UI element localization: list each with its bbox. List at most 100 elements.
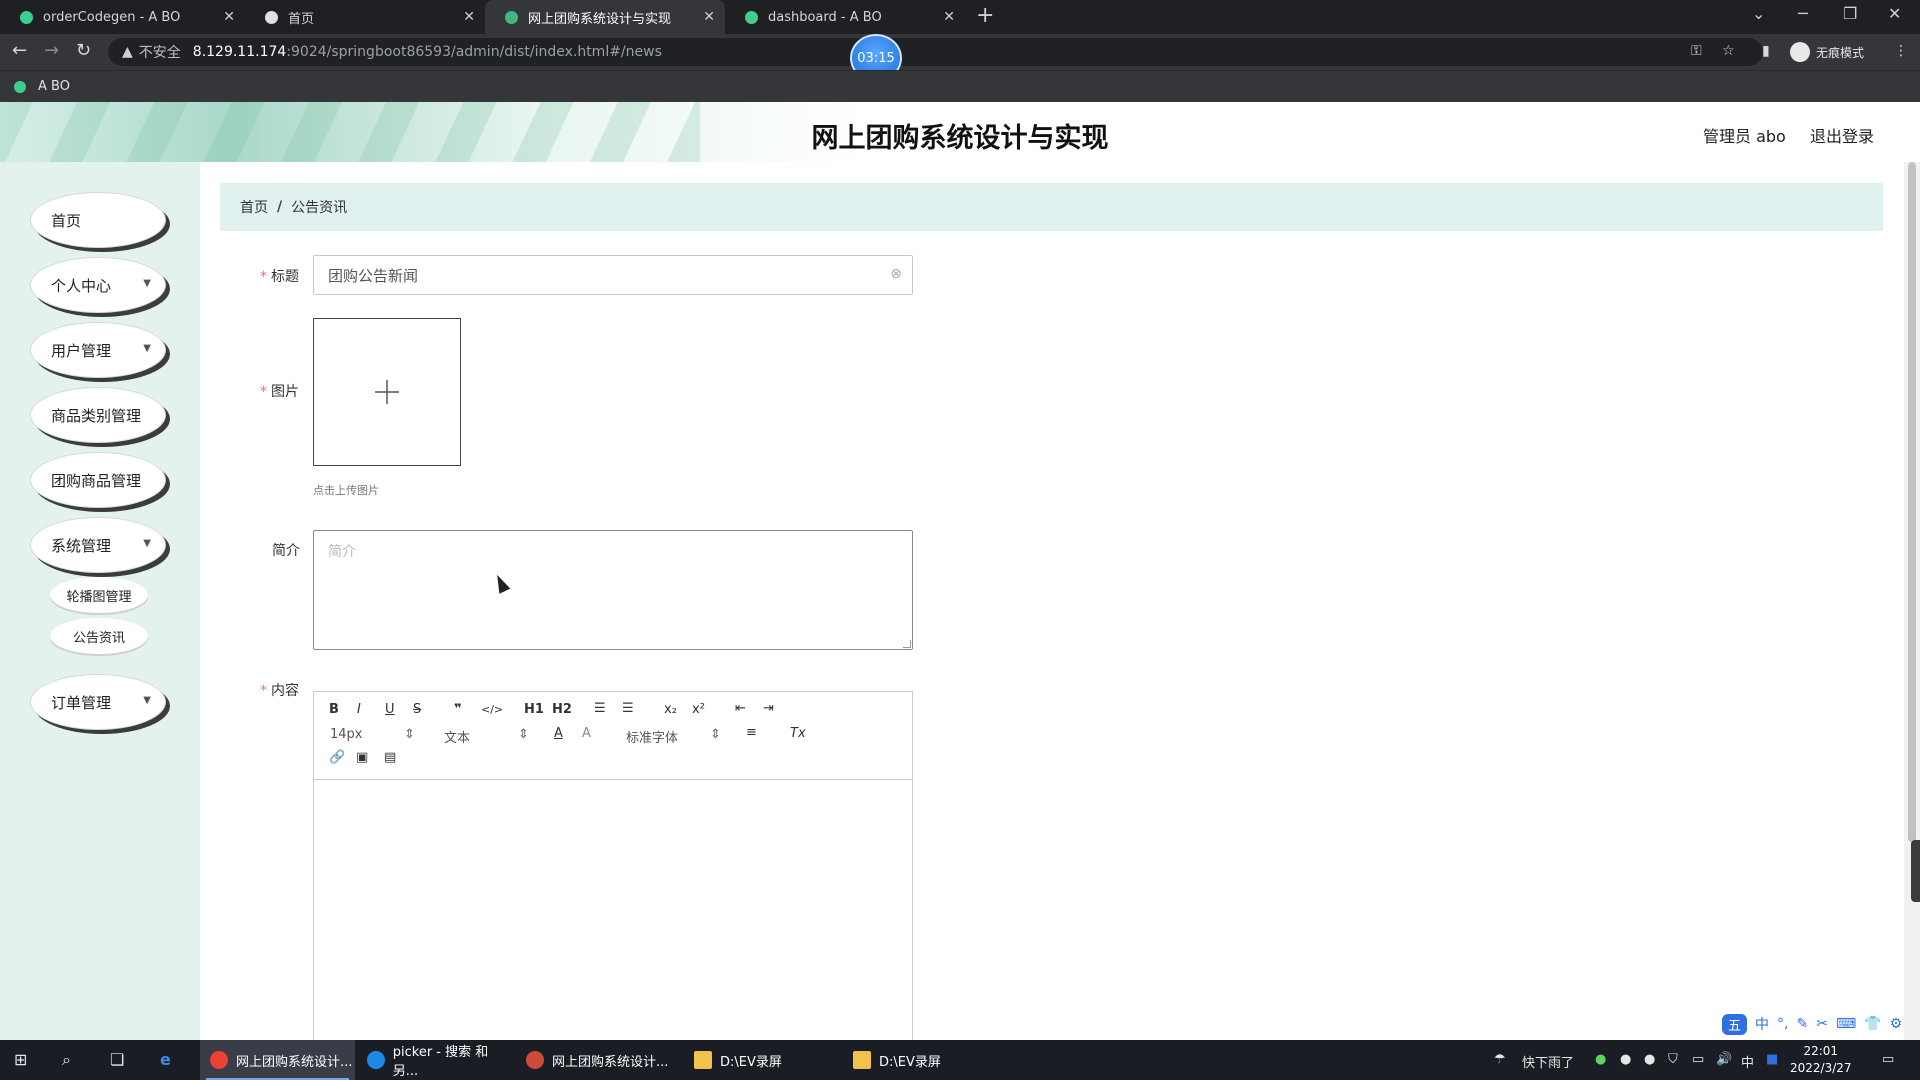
- ime-punct-icon[interactable]: °,: [1777, 1016, 1788, 1032]
- main-content: 首页 / 公告资讯 * 标题 团购公告新闻 ⊗ * 图片 点击上传图片 简介 简介 …: [200, 162, 1904, 1051]
- video-icon[interactable]: ▤: [384, 750, 396, 765]
- taskbar-item[interactable]: 网上团购系统设计...: [200, 1040, 355, 1080]
- input-language[interactable]: 中: [1741, 1052, 1754, 1071]
- search-icon[interactable]: ⌕: [62, 1050, 71, 1070]
- sidebar-item-groupbuy-product-management[interactable]: 团购商品管理: [30, 452, 166, 508]
- ime-tray-icon[interactable]: ■: [1766, 1052, 1778, 1067]
- key-icon[interactable]: ⚿: [1691, 43, 1702, 59]
- resize-handle-icon[interactable]: [903, 640, 911, 648]
- outdent-icon[interactable]: ⇤: [735, 701, 746, 716]
- h2-button[interactable]: H2: [552, 702, 572, 717]
- wechat-icon[interactable]: ●: [1595, 1052, 1606, 1067]
- blockquote-button[interactable]: ❞: [454, 702, 462, 717]
- sidebar-item-order-management[interactable]: 订单管理 ▼: [30, 674, 166, 730]
- ime-logo-icon[interactable]: 五: [1722, 1013, 1748, 1035]
- clear-input-icon[interactable]: ⊗: [890, 266, 902, 282]
- font-family-select[interactable]: 标准字体: [626, 727, 678, 746]
- image-icon[interactable]: ▣: [356, 750, 368, 765]
- notification-icon[interactable]: ▭: [1882, 1052, 1894, 1067]
- tab-close-icon[interactable]: ✕: [223, 9, 235, 25]
- forward-arrow-icon[interactable]: →: [44, 40, 59, 61]
- editor-content-area[interactable]: [314, 781, 912, 1051]
- logout-link[interactable]: 退出登录: [1810, 123, 1874, 147]
- bullet-list-icon[interactable]: ☰: [622, 701, 634, 716]
- ime-scissors-icon[interactable]: ✂: [1816, 1016, 1828, 1032]
- close-window-icon[interactable]: ✕: [1888, 4, 1901, 23]
- ime-skin-icon[interactable]: 👕: [1864, 1016, 1881, 1032]
- font-size-select[interactable]: 14px: [330, 727, 363, 742]
- scrollbar-thumb[interactable]: [1908, 162, 1916, 842]
- sidebar-item-user-management[interactable]: 用户管理 ▼: [30, 322, 166, 378]
- browser-tab-groupbuy[interactable]: 网上团购系统设计与实现 ✕: [485, 0, 725, 34]
- task-view-icon[interactable]: ❏: [110, 1050, 124, 1069]
- title-input[interactable]: 团购公告新闻 ⊗: [313, 255, 913, 295]
- taskbar-item[interactable]: 网上团购系统设计...: [516, 1040, 671, 1080]
- taskbar-item[interactable]: D:\EV录屏: [684, 1040, 839, 1080]
- taskbar-item[interactable]: picker - 搜索 和另...: [357, 1040, 512, 1080]
- ime-keyboard-icon[interactable]: ⌨: [1836, 1016, 1856, 1032]
- weather-text[interactable]: 快下雨了: [1522, 1052, 1574, 1071]
- url-omnibox[interactable]: ▲ 不安全 8.129.11.174 :9024/springboot86593…: [108, 38, 1763, 66]
- code-block-button[interactable]: </>: [481, 703, 503, 716]
- breadcrumb-home-link[interactable]: 首页: [240, 197, 268, 217]
- taskbar-item-label: picker - 搜索 和另...: [392, 1045, 489, 1079]
- weather-umbrella-icon[interactable]: ☂: [1494, 1052, 1506, 1067]
- browser-tab-home[interactable]: 首页 ✕: [245, 0, 485, 34]
- tab-close-icon[interactable]: ✕: [703, 9, 715, 25]
- ime-pen-icon[interactable]: ✎: [1796, 1016, 1808, 1032]
- breadcrumb: 首页 / 公告资讯: [220, 183, 1883, 231]
- ordered-list-icon[interactable]: ☰: [594, 701, 606, 716]
- restore-icon[interactable]: ❐: [1843, 4, 1857, 23]
- subscript-button[interactable]: x₂: [664, 702, 677, 717]
- shield-icon[interactable]: ⛉: [1668, 1052, 1678, 1067]
- background-color-icon[interactable]: A: [582, 726, 591, 741]
- sidebar-item-personal-center[interactable]: 个人中心 ▼: [30, 257, 166, 313]
- clock-date: 2022/3/27: [1790, 1061, 1852, 1075]
- volume-icon[interactable]: 🔊: [1716, 1052, 1732, 1067]
- clear-format-icon[interactable]: Tx: [790, 726, 806, 741]
- summary-textarea[interactable]: 简介: [313, 530, 913, 650]
- tab-close-icon[interactable]: ✕: [943, 9, 955, 25]
- sidebar-subitem-carousel[interactable]: 轮播图管理: [50, 577, 148, 613]
- bold-button[interactable]: B: [329, 702, 339, 717]
- side-panel-icon[interactable]: ▮: [1762, 43, 1770, 59]
- align-left-icon[interactable]: ≡: [746, 725, 757, 740]
- ime-mode[interactable]: 中: [1755, 1014, 1769, 1034]
- font-color-icon[interactable]: A: [554, 726, 563, 741]
- browser-tab-ordercodegen[interactable]: orderCodegen - A BO ✕: [0, 0, 245, 34]
- back-arrow-icon[interactable]: ←: [12, 40, 27, 61]
- italic-button[interactable]: I: [357, 702, 361, 717]
- header-select[interactable]: 文本: [444, 727, 470, 746]
- image-upload-box[interactable]: [313, 318, 461, 466]
- app-tray-icon[interactable]: ●: [1644, 1052, 1655, 1067]
- taskbar-clock[interactable]: 22:01 2022/3/27: [1790, 1043, 1852, 1077]
- sidebar-subitem-news[interactable]: 公告资讯: [50, 618, 148, 654]
- reload-icon[interactable]: ↻: [76, 40, 91, 61]
- sidebar-item-category-management[interactable]: 商品类别管理: [30, 387, 166, 443]
- link-icon[interactable]: 🔗: [329, 750, 345, 765]
- tab-search-chevron-icon[interactable]: ⌄: [1752, 4, 1765, 23]
- superscript-button[interactable]: x²: [692, 702, 705, 717]
- sidebar-item-home[interactable]: 首页: [30, 192, 166, 248]
- minimize-icon[interactable]: ─: [1798, 4, 1808, 23]
- page-scrollbar[interactable]: [1904, 162, 1920, 1040]
- bookmark-star-icon[interactable]: ☆: [1722, 43, 1735, 59]
- h1-button[interactable]: H1: [524, 702, 544, 717]
- taskbar-item[interactable]: D:\EV录屏: [843, 1040, 998, 1080]
- ie-browser-icon[interactable]: e: [160, 1050, 171, 1069]
- browser-tab-dashboard[interactable]: dashboard - A BO ✕: [725, 0, 965, 34]
- browser-menu-icon[interactable]: ⋮: [1894, 43, 1908, 59]
- network-icon[interactable]: ▭: [1692, 1052, 1704, 1067]
- new-tab-button[interactable]: +: [976, 3, 994, 28]
- tab-close-icon[interactable]: ✕: [463, 9, 475, 25]
- qq-icon[interactable]: ●: [1620, 1052, 1631, 1067]
- bookmark-item[interactable]: A BO: [14, 79, 70, 94]
- windows-start-icon[interactable]: ⊞: [14, 1050, 27, 1069]
- strike-button[interactable]: S: [413, 702, 421, 717]
- side-panel-handle[interactable]: [1911, 840, 1920, 902]
- ime-settings-icon[interactable]: ⚙: [1890, 1016, 1903, 1032]
- underline-button[interactable]: U: [385, 702, 395, 717]
- indent-icon[interactable]: ⇥: [763, 701, 774, 716]
- incognito-indicator[interactable]: 无痕模式: [1790, 42, 1864, 62]
- sidebar-item-system-management[interactable]: 系统管理 ▼: [30, 517, 166, 573]
